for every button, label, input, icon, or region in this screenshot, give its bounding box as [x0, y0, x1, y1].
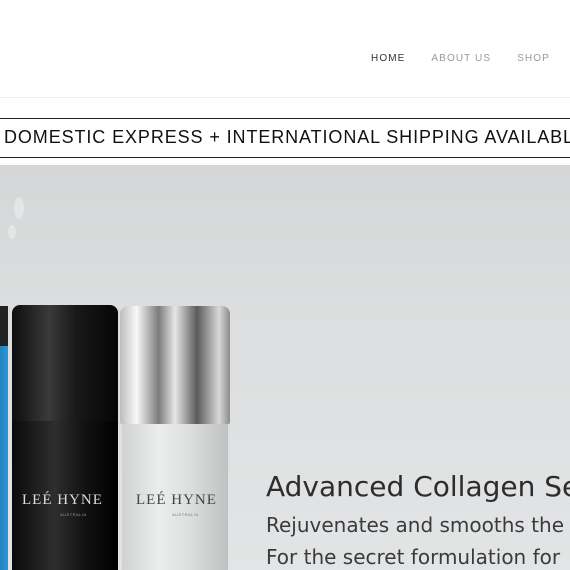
water-drop	[8, 225, 16, 239]
nav-item-home[interactable]: HOME	[371, 53, 405, 64]
product-brand-sublabel: AUSTRALIA	[60, 512, 87, 517]
product-brand-label: LEÉ HYNE	[136, 492, 217, 508]
site-header: HOME ABOUT US SHOP C	[0, 0, 570, 98]
hero-subtitle-line-1: Rejuvenates and smooths the	[266, 513, 565, 537]
hero-title: Advanced Collagen Se	[266, 470, 570, 503]
hero-subtitle-line-2: For the secret formulation for	[266, 545, 561, 569]
silver-product-cap	[120, 306, 230, 424]
blue-product-cap	[0, 306, 8, 346]
product-brand-sublabel: AUSTRALIA	[172, 512, 199, 517]
nav-item-shop[interactable]: SHOP	[517, 53, 550, 64]
product-brand-label: LEÉ HYNE	[22, 492, 103, 508]
black-product-cap	[12, 305, 118, 421]
shipping-banner: DOMESTIC EXPRESS + INTERNATIONAL SHIPPIN…	[0, 118, 570, 158]
shipping-banner-text: DOMESTIC EXPRESS + INTERNATIONAL SHIPPIN…	[4, 127, 570, 147]
main-nav: HOME ABOUT US SHOP C	[371, 53, 570, 64]
nav-item-about-us[interactable]: ABOUT US	[431, 53, 491, 64]
water-drop	[14, 197, 24, 219]
